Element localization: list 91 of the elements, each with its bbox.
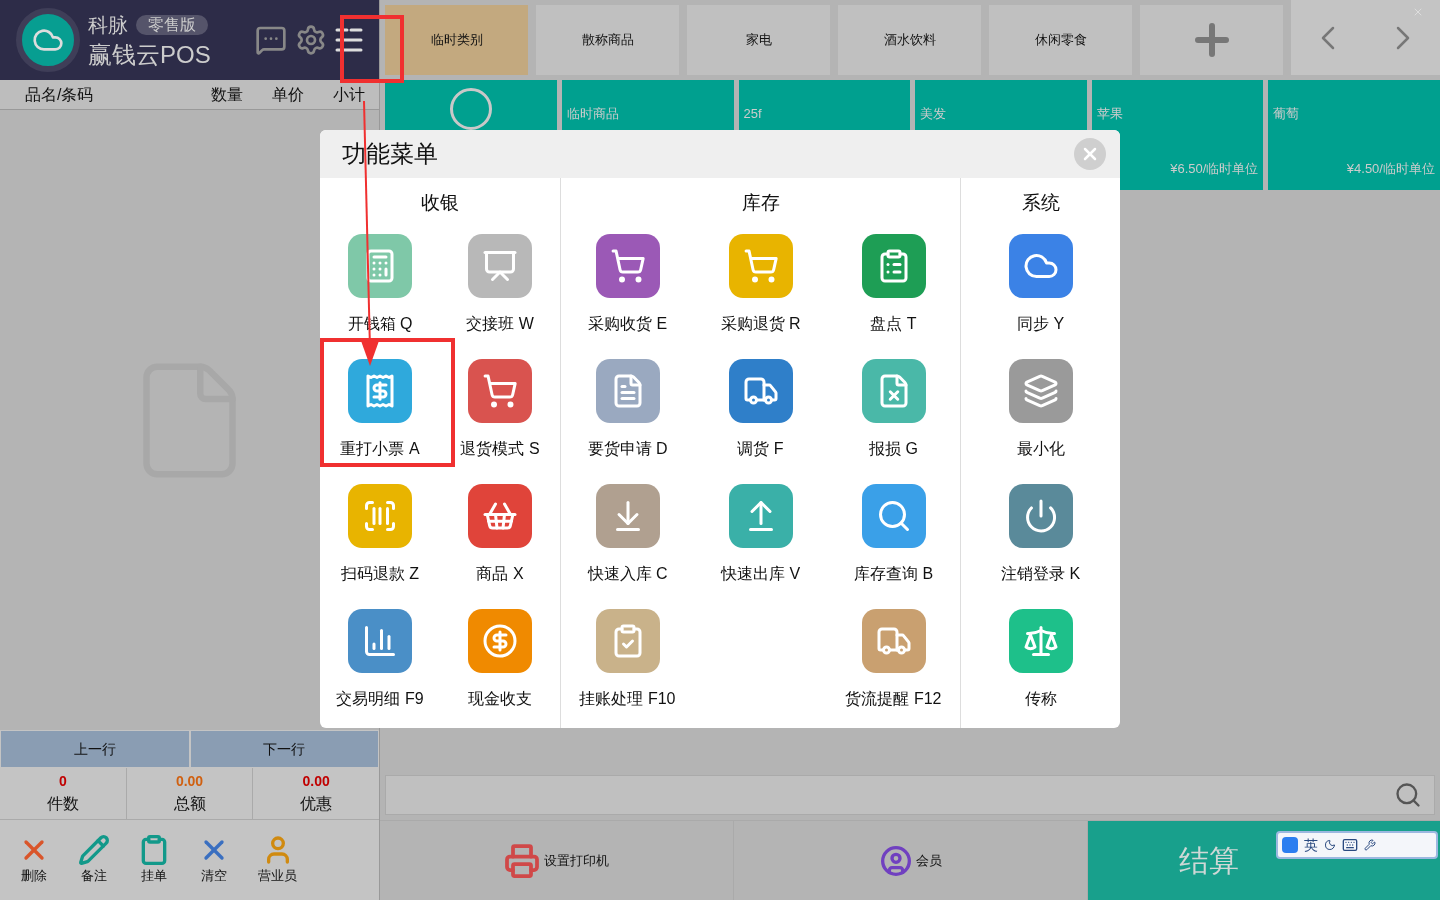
- cart-icon: [468, 359, 532, 423]
- cloud-icon: [1008, 234, 1073, 298]
- chart-icon: [348, 609, 412, 673]
- search-icon: [861, 484, 926, 548]
- brand-name: 科脉: [88, 13, 128, 38]
- menu-item[interactable]: 快速出库 V: [694, 478, 827, 603]
- action-button[interactable]: 营业员: [258, 834, 297, 886]
- menu-item[interactable]: 库存查询 B: [827, 478, 960, 603]
- menu-item[interactable]: 盘点 T: [827, 228, 960, 353]
- menu-item[interactable]: 商品 X: [440, 478, 560, 603]
- menu-item[interactable]: 挂账处理 F10: [561, 603, 694, 728]
- product-name: 赢钱云POS: [88, 40, 211, 70]
- menu-item[interactable]: 注销登录 K: [961, 478, 1120, 603]
- product-name: 临时商品: [567, 105, 620, 123]
- menu-item[interactable]: 要货申请 D: [561, 353, 694, 478]
- action-button[interactable]: 清空: [198, 834, 230, 886]
- edition-badge: 零售版: [136, 15, 208, 35]
- product-price: ¥4.50/临时单位: [1345, 159, 1435, 178]
- menu-item[interactable]: 采购收货 E: [561, 228, 694, 353]
- menu-item[interactable]: 同步 Y: [961, 228, 1120, 353]
- search-icon: [1394, 781, 1422, 809]
- product-name: 25f: [743, 105, 763, 123]
- section-title: 收银: [420, 190, 460, 215]
- product-price: ¥6.50/临时单位: [1169, 159, 1259, 178]
- toolbar-button[interactable]: 设置打印机: [380, 821, 734, 900]
- menu-item[interactable]: 现金收支: [440, 603, 560, 728]
- category-tab[interactable]: 散称商品: [536, 5, 679, 75]
- menu-item[interactable]: 退货模式 S: [440, 353, 560, 478]
- moon-icon[interactable]: [1324, 839, 1336, 851]
- column-header: 数量: [210, 84, 244, 105]
- action-button[interactable]: 删除: [18, 834, 50, 886]
- ime-logo-icon: [1282, 837, 1298, 853]
- action-button[interactable]: 备注: [78, 834, 110, 886]
- message-button[interactable]: [255, 24, 287, 56]
- document-icon: [595, 359, 660, 423]
- row-nav-button[interactable]: 上一行: [1, 731, 189, 767]
- total-value: 0.00: [175, 772, 204, 791]
- total-label: 总额: [173, 794, 206, 814]
- cart-icon: [595, 234, 660, 298]
- keyboard-icon[interactable]: [1342, 837, 1358, 853]
- power-icon: [1008, 484, 1073, 548]
- settings-button[interactable]: [295, 24, 327, 56]
- document-icon: [861, 359, 926, 423]
- row-nav-button[interactable]: 下一行: [190, 731, 378, 767]
- menu-item[interactable]: 报损 G: [827, 353, 960, 478]
- product-name: 美发: [920, 105, 948, 123]
- menu-item[interactable]: 最小化: [961, 353, 1120, 478]
- action-button[interactable]: 挂单: [138, 834, 170, 886]
- highlight-frame: [340, 15, 404, 83]
- truck-icon: [861, 609, 926, 673]
- search-field[interactable]: [385, 775, 1435, 815]
- pen-icon: [78, 834, 110, 867]
- menu-item[interactable]: 交接班 W: [440, 228, 560, 353]
- barcode-icon: [348, 484, 412, 548]
- menu-item[interactable]: 快速入库 C: [561, 478, 694, 603]
- section-title: 系统: [1020, 190, 1061, 215]
- settings-icon: [295, 24, 327, 56]
- total-label: 优惠: [300, 794, 333, 814]
- category-tab[interactable]: 家电: [687, 5, 830, 75]
- yuan-icon: [468, 609, 532, 673]
- menu-icon: [335, 27, 363, 53]
- wrench-icon[interactable]: [1364, 839, 1376, 851]
- column-header: 单价: [270, 84, 305, 105]
- add-category-button[interactable]: [1140, 5, 1283, 75]
- menu-item[interactable]: 采购退货 R: [694, 228, 827, 353]
- menu-item[interactable]: 重打小票 A: [320, 353, 440, 478]
- menu-item[interactable]: 交易明细 F9: [320, 603, 440, 728]
- category-tab[interactable]: 休闲零食: [989, 5, 1132, 75]
- member-icon: [879, 844, 912, 877]
- ime-mode[interactable]: 英: [1304, 834, 1318, 856]
- product-name: 葡萄: [1273, 105, 1301, 123]
- menu-button[interactable]: [335, 27, 363, 53]
- category-tab[interactable]: 酒水饮料: [838, 5, 981, 75]
- printer-icon: [504, 842, 540, 879]
- menu-item[interactable]: 传称: [961, 603, 1120, 728]
- menu-item[interactable]: 扫码退款 Z: [320, 478, 440, 603]
- product-name: 苹果: [1096, 105, 1124, 123]
- basket-icon: [468, 484, 532, 548]
- chat-icon: [255, 24, 287, 56]
- menu-item[interactable]: 货流提醒 F12: [827, 603, 960, 728]
- column-header: 品名/条码: [24, 84, 95, 105]
- total-value: 0: [58, 772, 67, 791]
- total-label: 件数: [46, 794, 79, 814]
- column-header: 小计: [331, 84, 366, 105]
- menu-item[interactable]: 调货 F: [694, 353, 827, 478]
- scale-icon: [1008, 609, 1073, 673]
- receipt-icon: [348, 359, 412, 423]
- section-title: 库存: [740, 190, 781, 215]
- cart-icon: [728, 234, 793, 298]
- category-tab[interactable]: 临时类别: [385, 5, 528, 75]
- total-value: 0.00: [302, 772, 330, 791]
